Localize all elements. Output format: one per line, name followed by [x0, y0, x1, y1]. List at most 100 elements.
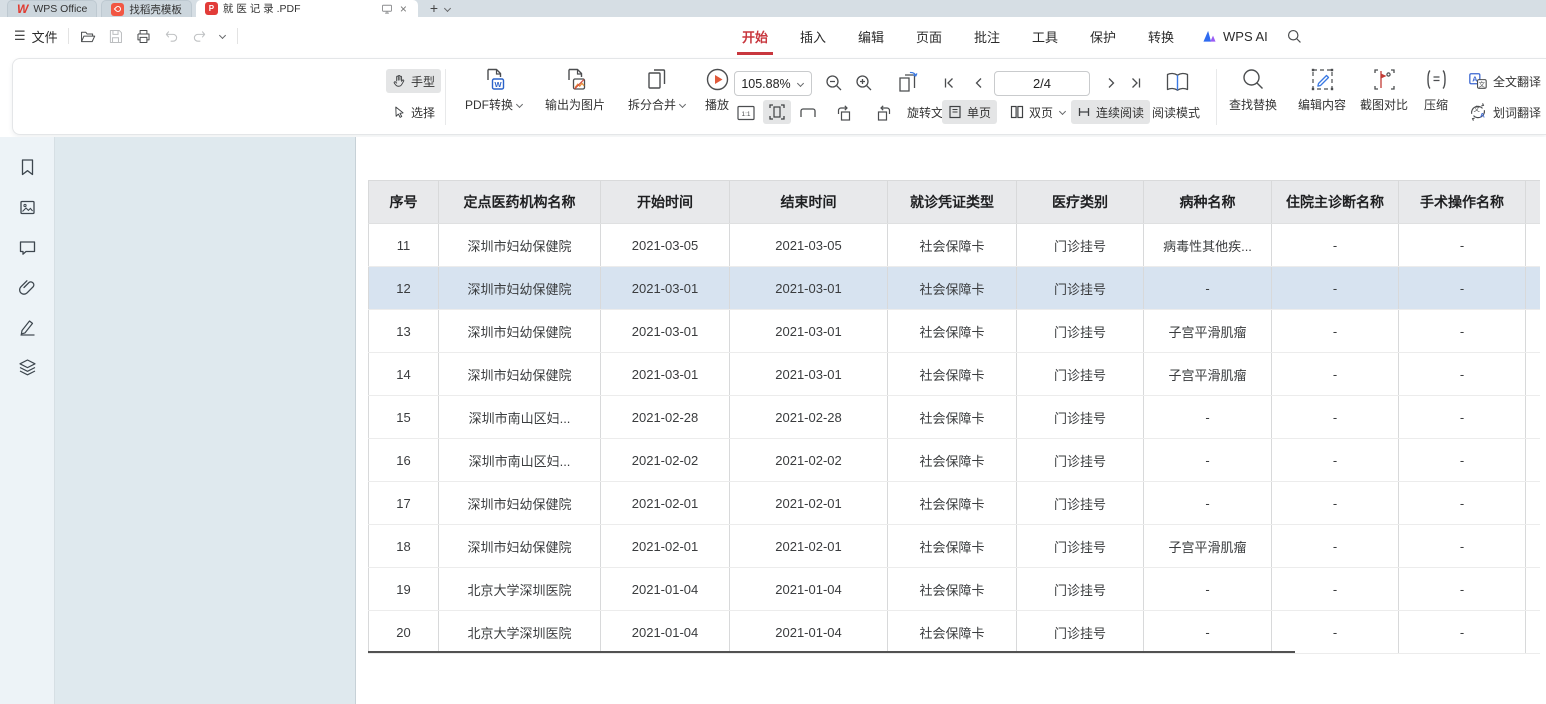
redo-icon[interactable]	[191, 28, 208, 45]
hand-tool-button[interactable]: 手型	[386, 69, 441, 93]
table-cell: 18	[368, 525, 438, 567]
full-translate-button[interactable]: A文 全文翻译	[1462, 69, 1546, 93]
table-cell: -	[1398, 267, 1525, 309]
menu-tab-edit[interactable]: 编辑	[842, 17, 900, 55]
wps-logo-icon: W	[17, 3, 28, 15]
table-row[interactable]: 13深圳市妇幼保健院2021-03-012021-03-01社会保障卡门诊挂号子…	[368, 310, 1540, 353]
quick-tools-chevron-icon[interactable]	[219, 32, 227, 40]
column-header: 序号	[368, 181, 438, 223]
roaming-monitor-icon[interactable]	[381, 3, 393, 15]
print-icon[interactable]	[135, 28, 152, 45]
double-page-button[interactable]: 双页	[1004, 100, 1072, 124]
rotate-right-icon[interactable]	[874, 103, 894, 123]
table-cell: 门诊挂号	[1016, 353, 1143, 395]
pdf-document-page: 序号定点医药机构名称开始时间结束时间就诊凭证类型医疗类别病种名称住院主诊断名称手…	[356, 137, 1546, 704]
close-icon[interactable]: ×	[398, 2, 409, 16]
split-merge-icon	[644, 66, 671, 93]
actual-size-icon[interactable]: 1:1	[736, 103, 756, 123]
search-icon[interactable]	[1286, 28, 1303, 45]
svg-text:A: A	[1480, 112, 1485, 119]
read-mode-book-icon[interactable]	[1164, 69, 1191, 96]
comment-icon[interactable]	[18, 238, 37, 257]
tab-medical-record-pdf[interactable]: P 就 医 记 录 .PDF ×	[196, 0, 418, 17]
page-number-input[interactable]: 2/4	[994, 71, 1090, 96]
export-image-icon	[562, 66, 589, 93]
single-page-button[interactable]: 单页	[942, 100, 997, 124]
split-merge-button[interactable]: 拆分合并	[619, 66, 695, 113]
menu-tab-insert[interactable]: 插入	[784, 17, 842, 55]
zoom-in-icon[interactable]	[854, 73, 874, 93]
table-row[interactable]: 16深圳市南山区妇...2021-02-022021-02-02社会保障卡门诊挂…	[368, 439, 1540, 482]
table-cell: -	[1271, 396, 1398, 438]
rotate-left-icon[interactable]	[834, 103, 854, 123]
table-row[interactable]: 15深圳市南山区妇...2021-02-282021-02-28社会保障卡门诊挂…	[368, 396, 1540, 439]
table-row[interactable]: 19北京大学深圳医院2021-01-042021-01-04社会保障卡门诊挂号-…	[368, 568, 1540, 611]
select-tool-button[interactable]: 选择	[386, 100, 441, 124]
new-tab-button[interactable]: +	[426, 0, 442, 16]
tab-docer-templates[interactable]: 找稻壳模板	[101, 0, 192, 17]
menu-tab-comment[interactable]: 批注	[958, 17, 1016, 55]
compress-button[interactable]: 压缩	[1415, 66, 1457, 113]
open-folder-icon[interactable]	[79, 28, 96, 45]
menu-tab-convert[interactable]: 转换	[1132, 17, 1190, 55]
find-replace-button[interactable]: 查找替换	[1223, 66, 1283, 113]
first-page-icon[interactable]	[942, 76, 956, 90]
column-header: 手术操作名称	[1398, 181, 1525, 223]
layers-icon[interactable]	[18, 358, 37, 377]
table-cell: 门诊挂号	[1016, 611, 1143, 653]
table-cell: 14	[368, 353, 438, 395]
table-cell: 深圳市妇幼保健院	[438, 224, 600, 266]
table-cell: -	[1271, 482, 1398, 524]
table-row[interactable]: 17深圳市妇幼保健院2021-02-012021-02-01社会保障卡门诊挂号-…	[368, 482, 1540, 525]
thumbnail-icon[interactable]	[18, 198, 37, 217]
menu-tab-page[interactable]: 页面	[900, 17, 958, 55]
column-header: 定点医药机构名称	[438, 181, 600, 223]
attachment-icon[interactable]	[18, 278, 37, 297]
word-translate-button[interactable]: 文A 划词翻译	[1462, 100, 1546, 124]
word-translate-label: 划词翻译	[1493, 104, 1541, 121]
screenshot-compare-button[interactable]: 截图对比	[1353, 66, 1415, 113]
next-page-icon[interactable]	[1104, 76, 1118, 90]
divider	[237, 28, 238, 44]
column-header: 开始时间	[600, 181, 729, 223]
column-header-partial	[1525, 181, 1540, 223]
save-icon[interactable]	[107, 28, 124, 45]
zoom-out-icon[interactable]	[824, 73, 844, 93]
read-mode-button[interactable]: 阅读模式	[1146, 100, 1206, 124]
continuous-read-button[interactable]: 连续阅读	[1071, 100, 1150, 124]
bookmark-icon[interactable]	[18, 158, 37, 177]
file-menu-button[interactable]: ☰ 文件	[14, 27, 58, 46]
previous-page-icon[interactable]	[972, 76, 986, 90]
tab-list-chevron-icon[interactable]	[444, 5, 452, 13]
menu-tab-tools[interactable]: 工具	[1016, 17, 1074, 55]
table-cell: 深圳市妇幼保健院	[438, 482, 600, 524]
last-page-icon[interactable]	[1129, 76, 1143, 90]
pdf-convert-button[interactable]: W PDF转换	[456, 66, 532, 113]
table-cell: -	[1398, 310, 1525, 352]
undo-icon[interactable]	[163, 28, 180, 45]
fit-width-icon[interactable]	[798, 103, 818, 123]
table-row[interactable]: 20北京大学深圳医院2021-01-042021-01-04社会保障卡门诊挂号-…	[368, 611, 1540, 654]
table-row[interactable]: 11深圳市妇幼保健院2021-03-052021-03-05社会保障卡门诊挂号病…	[368, 224, 1540, 267]
export-image-button[interactable]: 输出为图片	[535, 66, 615, 113]
menu-tab-protect[interactable]: 保护	[1074, 17, 1132, 55]
play-icon	[704, 66, 731, 93]
table-cell: 深圳市妇幼保健院	[438, 310, 600, 352]
menu-tab-home[interactable]: 开始	[726, 17, 784, 55]
table-row[interactable]: 18深圳市妇幼保健院2021-02-012021-02-01社会保障卡门诊挂号子…	[368, 525, 1540, 568]
table-cell: -	[1398, 224, 1525, 266]
edit-content-button[interactable]: 编辑内容	[1291, 66, 1353, 113]
tab-wps-office[interactable]: W WPS Office	[7, 0, 97, 17]
table-cell: 深圳市南山区妇...	[438, 439, 600, 481]
menu-tab-wps-ai[interactable]: WPS AI	[1190, 17, 1280, 55]
signature-pen-icon[interactable]	[18, 318, 37, 337]
chevron-down-icon	[678, 101, 686, 109]
play-button[interactable]: 播放	[697, 66, 737, 113]
fit-page-button[interactable]	[763, 100, 791, 124]
chevron-down-icon	[1058, 108, 1066, 116]
table-row[interactable]: 14深圳市妇幼保健院2021-03-012021-03-01社会保障卡门诊挂号子…	[368, 353, 1540, 396]
table-row[interactable]: 12深圳市妇幼保健院2021-03-012021-03-01社会保障卡门诊挂号-…	[368, 267, 1540, 310]
zoom-level-select[interactable]: 105.88%	[734, 71, 812, 96]
rotate-pages-icon[interactable]	[894, 70, 921, 97]
table-cell-partial	[1525, 267, 1540, 309]
